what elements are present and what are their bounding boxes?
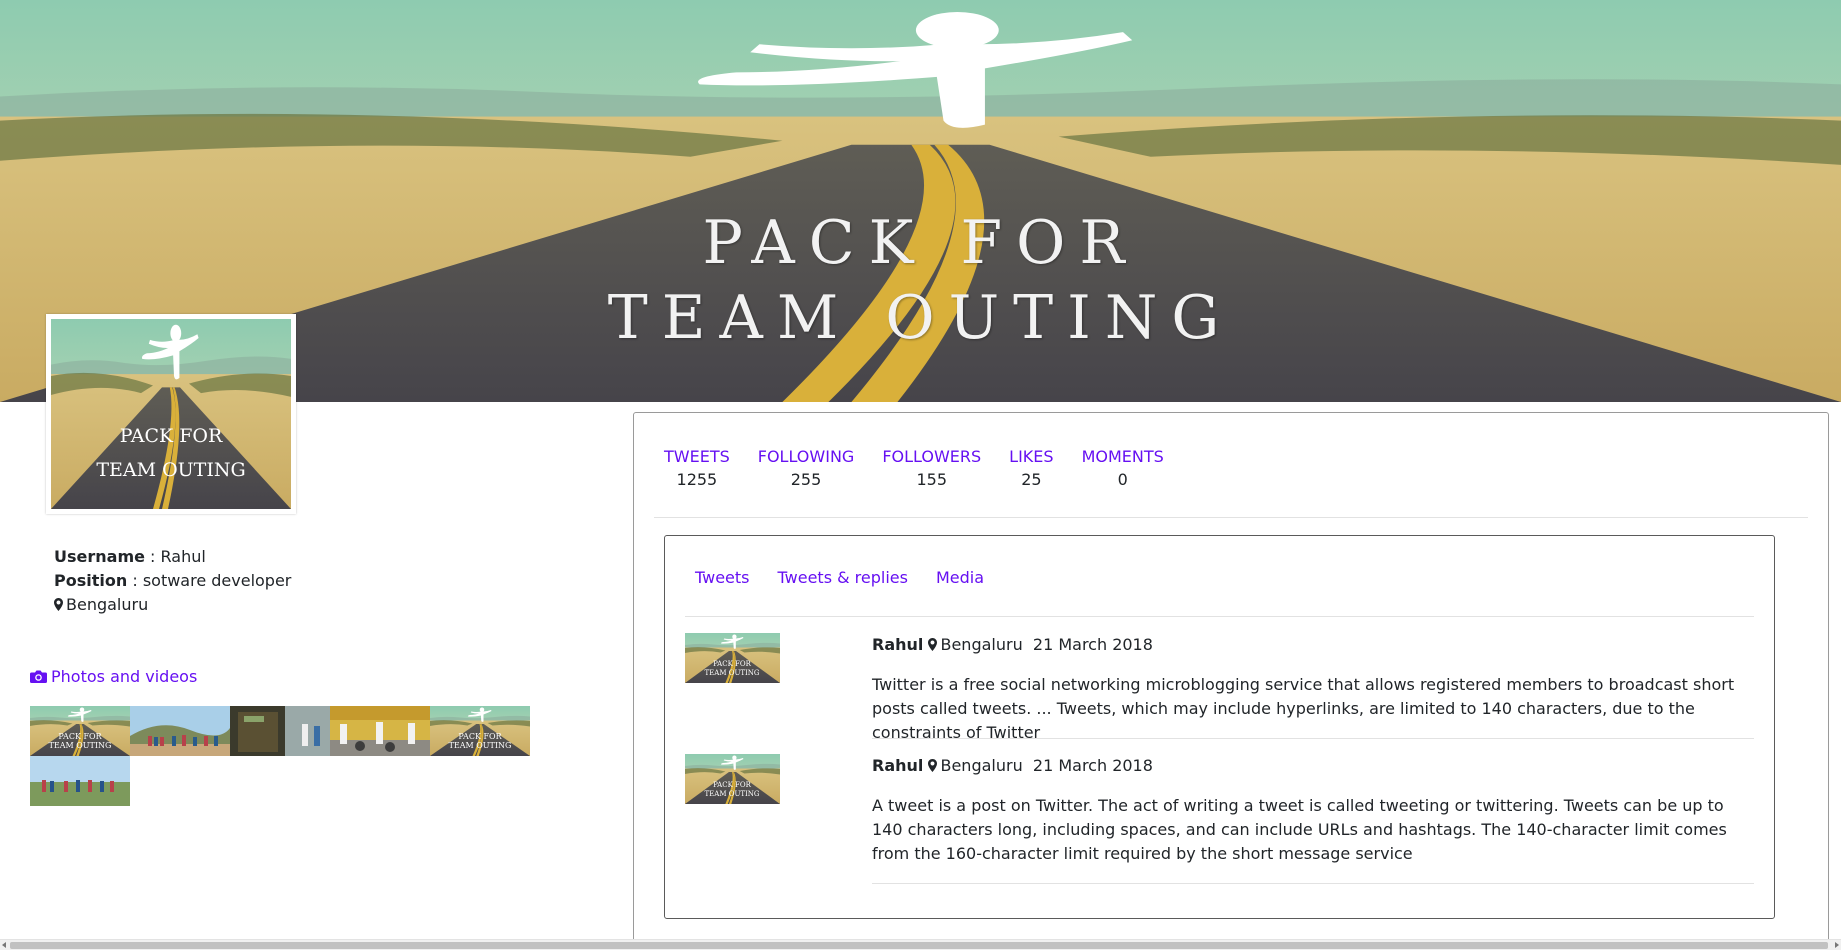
divider <box>872 883 1754 884</box>
tweet-text: Twitter is a free social networking micr… <box>872 675 1735 742</box>
photos-and-videos-link[interactable]: Photos and videos <box>30 667 197 686</box>
tweet-location: Bengaluru <box>940 635 1023 654</box>
tweet-text: A tweet is a post on Twitter. The act of… <box>872 796 1727 863</box>
tweet-header: Rahul Bengaluru 21 March 2018 <box>872 754 1752 778</box>
photo-thumbnail[interactable]: PACK FOR TEAM OUTING <box>30 706 130 756</box>
tab-media[interactable]: Media <box>936 568 984 587</box>
svg-text:PACK FOR: PACK FOR <box>458 732 502 741</box>
stat-followers[interactable]: FOLLOWERS 155 <box>882 446 981 492</box>
divider <box>654 517 1808 518</box>
svg-text:PACK FOR: PACK FOR <box>58 732 102 741</box>
stat-following[interactable]: FOLLOWING 255 <box>758 446 855 492</box>
scrollbar-thumb[interactable] <box>10 942 1828 949</box>
photo-thumbnail[interactable] <box>330 706 430 756</box>
divider <box>685 616 1754 617</box>
profile-avatar[interactable]: PACK FOR TEAM OUTING <box>46 314 296 514</box>
svg-text:PACK FOR: PACK FOR <box>713 781 752 789</box>
username-value: : Rahul <box>144 547 206 566</box>
stat-moments[interactable]: MOMENTS 0 <box>1082 446 1164 492</box>
stat-label: FOLLOWING <box>757 447 855 466</box>
tweet-author[interactable]: Rahul <box>872 635 923 654</box>
tweet-date: 21 March 2018 <box>1032 635 1153 654</box>
username-label: Username <box>54 547 145 566</box>
stat-likes[interactable]: LIKES 25 <box>1009 446 1053 492</box>
stat-label: TWEETS <box>664 447 730 466</box>
scroll-left-icon[interactable] <box>2 942 6 948</box>
stat-label: MOMENTS <box>1081 447 1164 466</box>
tab-tweets[interactable]: Tweets <box>695 568 750 587</box>
photo-thumbnail[interactable]: PACK FOR TEAM OUTING <box>430 706 530 756</box>
stat-value: 0 <box>1117 470 1128 489</box>
camera-icon <box>30 670 47 683</box>
location-value: Bengaluru <box>66 595 149 614</box>
photos-and-videos-label: Photos and videos <box>51 667 198 686</box>
tweet-date: 21 March 2018 <box>1032 756 1153 775</box>
avatar-title-line2: TEAM OUTING <box>96 459 246 481</box>
map-marker-icon <box>928 759 938 772</box>
position-row: Position : sotware developer <box>54 569 291 593</box>
map-marker-icon <box>928 638 938 651</box>
stat-value: 155 <box>916 470 948 489</box>
position-label: Position <box>54 571 128 590</box>
tweet-image[interactable]: PACK FOR TEAM OUTING <box>685 633 780 683</box>
svg-text:TEAM OUTING: TEAM OUTING <box>704 669 759 677</box>
photo-thumbnail[interactable] <box>230 706 330 756</box>
svg-text:TEAM OUTING: TEAM OUTING <box>704 790 759 798</box>
stat-value: 25 <box>1021 470 1042 489</box>
stat-value: 255 <box>790 470 822 489</box>
svg-text:PACK FOR: PACK FOR <box>713 660 752 668</box>
stat-label: LIKES <box>1009 447 1054 466</box>
tab-tweets-and-replies[interactable]: Tweets & replies <box>778 568 908 587</box>
banner-title-line1: PACK FOR <box>702 208 1139 278</box>
svg-text:TEAM OUTING: TEAM OUTING <box>449 741 512 750</box>
username-row: Username : Rahul <box>54 545 291 569</box>
location-row: Bengaluru <box>54 593 291 617</box>
tweet-image[interactable]: PACK FOR TEAM OUTING <box>685 754 780 804</box>
avatar-title-line1: PACK FOR <box>119 425 223 447</box>
tweet-location: Bengaluru <box>940 756 1023 775</box>
stat-label: FOLLOWERS <box>882 447 982 466</box>
stat-tweets[interactable]: TWEETS 1255 <box>664 446 730 492</box>
position-value: : sotware developer <box>127 571 292 590</box>
tweet-author[interactable]: Rahul <box>872 756 923 775</box>
profile-panel: TWEETS 1255 FOLLOWING 255 FOLLOWERS 155 … <box>633 412 1829 950</box>
profile-info: Username : Rahul Position : sotware deve… <box>54 545 291 617</box>
stat-value: 1255 <box>676 470 718 489</box>
profile-stats: TWEETS 1255 FOLLOWING 255 FOLLOWERS 155 … <box>664 446 1192 492</box>
svg-text:TEAM OUTING: TEAM OUTING <box>49 741 112 750</box>
scroll-right-icon[interactable] <box>1835 942 1839 948</box>
divider <box>872 738 1754 739</box>
tweet-header: Rahul Bengaluru 21 March 2018 <box>872 633 1752 657</box>
photo-thumbnail[interactable] <box>130 706 230 756</box>
tweet-feed: Tweets Tweets & replies Media PACK FOR T… <box>664 535 1775 919</box>
map-marker-icon <box>54 598 63 611</box>
horizontal-scrollbar[interactable] <box>0 939 1841 950</box>
feed-tabs: Tweets Tweets & replies Media <box>695 568 1012 587</box>
photo-thumbnail[interactable] <box>30 756 130 806</box>
